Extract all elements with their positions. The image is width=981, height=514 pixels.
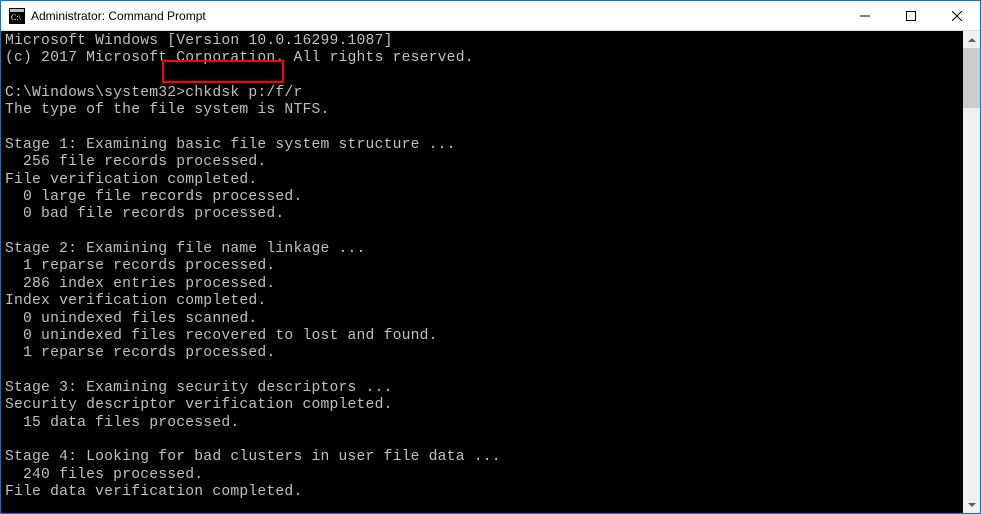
terminal-line: 15 data files processed. — [5, 415, 239, 431]
maximize-button[interactable] — [888, 1, 934, 30]
terminal-line: 286 index entries processed. — [5, 276, 275, 292]
terminal-line: 1 reparse records processed. — [5, 345, 275, 361]
terminal-line: Stage 1: Examining basic file system str… — [5, 137, 456, 153]
terminal-line: File verification completed. — [5, 172, 257, 188]
window-titlebar: C:\ Administrator: Command Prompt — [1, 1, 980, 31]
window-controls — [842, 1, 980, 30]
terminal-line: Index verification completed. — [5, 293, 266, 309]
scrollbar-track[interactable] — [963, 48, 980, 496]
scrollbar-up-arrow[interactable] — [963, 31, 980, 48]
cmd-icon: C:\ — [9, 8, 25, 24]
terminal-line: Microsoft Windows [Version 10.0.16299.10… — [5, 33, 393, 49]
terminal-line: Stage 2: Examining file name linkage ... — [5, 241, 366, 257]
svg-text:C:\: C:\ — [11, 13, 22, 22]
terminal-line: (c) 2017 Microsoft Corporation. All righ… — [5, 50, 474, 66]
close-button[interactable] — [934, 1, 980, 30]
terminal-line: 0 unindexed files recovered to lost and … — [5, 328, 438, 344]
terminal-line: Stage 3: Examining security descriptors … — [5, 380, 393, 396]
minimize-button[interactable] — [842, 1, 888, 30]
terminal-line: 256 file records processed. — [5, 154, 266, 170]
terminal-line: 0 bad file records processed. — [5, 206, 284, 222]
terminal-line: The type of the file system is NTFS. — [5, 102, 330, 118]
terminal-prompt: C:\Windows\system32> — [5, 85, 185, 101]
scrollbar-down-arrow[interactable] — [963, 496, 980, 513]
terminal-line: Security descriptor verification complet… — [5, 397, 393, 413]
terminal-line: File data verification completed. — [5, 484, 302, 500]
terminal-output[interactable]: Microsoft Windows [Version 10.0.16299.10… — [1, 31, 963, 513]
terminal-line: 0 unindexed files scanned. — [5, 311, 257, 327]
window-title: Administrator: Command Prompt — [31, 9, 842, 23]
scrollbar-thumb[interactable] — [963, 48, 980, 108]
vertical-scrollbar[interactable] — [963, 31, 980, 513]
terminal-command: chkdsk p:/f/r — [185, 85, 302, 101]
terminal-line: 1 reparse records processed. — [5, 258, 275, 274]
terminal-line: 0 large file records processed. — [5, 189, 302, 205]
terminal-line: Stage 4: Looking for bad clusters in use… — [5, 449, 501, 465]
terminal-line: 240 files processed. — [5, 467, 203, 483]
terminal-wrapper: Microsoft Windows [Version 10.0.16299.10… — [1, 31, 980, 513]
